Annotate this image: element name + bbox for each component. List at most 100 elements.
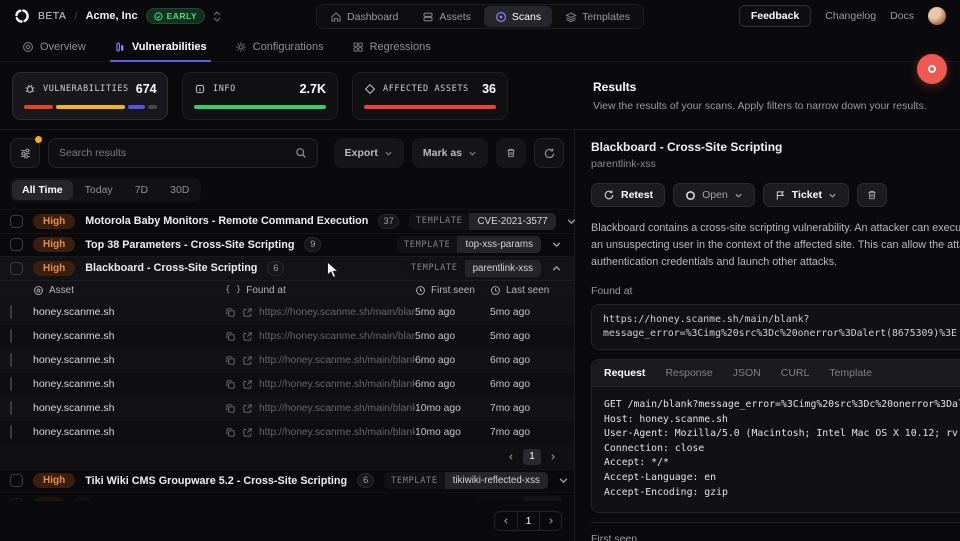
asset-name: honey.scanme.sh [33, 306, 115, 319]
template-chip: TEMPLATE top-xss-params [396, 236, 541, 254]
org-name[interactable]: Acme, Inc [86, 10, 138, 22]
time-filter-7d[interactable]: 7D [125, 180, 158, 200]
prev-page-button[interactable] [502, 449, 520, 465]
prev-page-button[interactable] [495, 512, 517, 530]
page-number[interactable]: 1 [517, 512, 539, 531]
found-at-url[interactable]: https://honey.scanme.sh/main/blank?m... [259, 307, 415, 318]
found-at-url[interactable]: http://honey.scanme.sh/main/blank?me... [259, 403, 415, 414]
table-row[interactable]: honey.scanme.sh http://honey.scanme.sh/m… [0, 371, 574, 396]
row-checkbox[interactable] [10, 261, 23, 275]
row-checkbox[interactable] [10, 305, 12, 320]
table-row[interactable]: honey.scanme.sh https://honey.scanme.sh/… [0, 323, 574, 348]
vulnerability-description: Blackboard contains a cross-site scripti… [591, 222, 960, 268]
nav-item-scans[interactable]: Scans [483, 6, 553, 27]
table-row[interactable]: honey.scanme.sh http://honey.scanme.sh/m… [0, 395, 574, 420]
tab-json[interactable]: JSON [733, 367, 761, 379]
vulnerability-title: Motorola Baby Monitors - Remote Command … [85, 215, 369, 228]
tab-regressions[interactable]: Regressions [340, 32, 443, 61]
template-chip: TEMPLATE CVE-2021-3577 [408, 212, 556, 230]
external-link-icon[interactable] [242, 427, 253, 438]
tab-overview[interactable]: Overview [10, 32, 98, 61]
stat-card-affected-assets[interactable]: AFFECTED ASSETS 36 [352, 71, 508, 120]
delete-button[interactable] [496, 138, 526, 168]
row-checkbox[interactable] [10, 377, 12, 392]
logo-icon[interactable] [14, 8, 30, 24]
row-checkbox[interactable] [10, 401, 12, 416]
stat-card-info[interactable]: INFO 2.7K [182, 71, 338, 120]
found-at-url[interactable]: http://honey.scanme.sh/main/blank?me... [259, 379, 415, 390]
search-input[interactable] [59, 147, 287, 159]
time-filter-today[interactable]: Today [75, 180, 123, 200]
help-widget-button[interactable] [917, 54, 947, 84]
nav-item-templates[interactable]: Templates [554, 6, 641, 27]
first-seen-value: 5mo ago [415, 306, 456, 318]
copy-icon[interactable] [225, 355, 236, 366]
nav-item-dashboard[interactable]: Dashboard [319, 6, 409, 27]
external-link-icon[interactable] [242, 307, 253, 318]
row-checkbox[interactable] [10, 238, 23, 252]
time-filter-30d[interactable]: 30D [160, 180, 199, 200]
vulnerability-row[interactable]: High Top 38 Parameters - Cross-Site Scri… [0, 232, 574, 257]
row-checkbox[interactable] [10, 353, 12, 368]
chevron-down-icon[interactable] [558, 475, 569, 486]
docs-link[interactable]: Docs [890, 10, 914, 22]
vulnerability-row[interactable]: High Tiki Wiki CMS Groupware 5.2 - Cross… [0, 468, 574, 493]
feedback-button[interactable]: Feedback [738, 5, 812, 27]
clock-icon [491, 285, 500, 295]
found-at-url[interactable]: https://honey.scanme.sh/main/blank?m... [259, 331, 415, 342]
table-row[interactable]: honey.scanme.sh http://honey.scanme.sh/m… [0, 419, 574, 444]
vulnerability-row[interactable]: High Motorola Baby Monitors - Remote Com… [0, 209, 576, 233]
nav-item-assets[interactable]: Assets [411, 6, 482, 27]
copy-icon[interactable] [225, 379, 236, 390]
detail-panel: Blackboard - Cross-Site Scripting parent… [575, 130, 960, 541]
row-checkbox[interactable] [10, 329, 12, 344]
retest-button[interactable]: Retest [591, 183, 666, 207]
external-link-icon[interactable] [242, 355, 253, 366]
row-checkbox[interactable] [10, 425, 12, 440]
time-filter-all-time[interactable]: All Time [12, 180, 73, 200]
server-icon [422, 11, 434, 23]
chevron-up-icon[interactable] [551, 263, 562, 274]
copy-icon[interactable] [225, 307, 236, 318]
refresh-button[interactable] [534, 138, 564, 168]
row-checkbox[interactable] [10, 214, 23, 228]
tab-configurations[interactable]: Configurations [223, 32, 336, 61]
found-at-url[interactable]: http://honey.scanme.sh/main/blank?me... [259, 355, 415, 366]
external-link-icon[interactable] [242, 331, 253, 342]
tab-curl[interactable]: CURL [781, 367, 810, 379]
tab-response[interactable]: Response [665, 367, 712, 379]
delete-result-button[interactable] [856, 183, 887, 207]
external-link-icon[interactable] [242, 379, 253, 390]
tab-request[interactable]: Request [604, 367, 645, 379]
ticket-button[interactable]: Ticket [762, 183, 849, 207]
open-status-button[interactable]: Open [673, 183, 755, 207]
tab-template[interactable]: Template [829, 367, 872, 379]
next-page-button[interactable] [539, 512, 561, 531]
next-page-button[interactable] [544, 449, 562, 465]
found-at-url[interactable]: http://honey.scanme.sh/main/blank?me... [259, 427, 415, 438]
export-button[interactable]: Export [333, 138, 404, 168]
page-number[interactable]: 1 [523, 448, 541, 465]
copy-icon[interactable] [225, 403, 236, 414]
user-avatar[interactable] [928, 7, 946, 25]
changelog-link[interactable]: Changelog [825, 10, 876, 22]
last-seen-value: 5mo ago [490, 306, 531, 318]
row-checkbox[interactable] [10, 474, 23, 488]
table-row[interactable]: honey.scanme.sh http://honey.scanme.sh/m… [0, 347, 574, 372]
mark-as-button[interactable]: Mark as [411, 138, 488, 168]
template-chip-label: TEMPLATE [391, 475, 438, 486]
chevron-down-icon[interactable] [551, 239, 562, 250]
template-chip: TEMPLATE tikiwiki-reflected-xss [384, 472, 548, 490]
copy-icon[interactable] [225, 427, 236, 438]
external-link-icon[interactable] [242, 403, 253, 414]
severity-badge: High [33, 260, 76, 276]
table-row[interactable]: honey.scanme.sh https://honey.scanme.sh/… [0, 299, 574, 324]
stat-card-vulnerabilities[interactable]: VULNERABILITIES 674 [12, 71, 168, 120]
copy-icon[interactable] [225, 331, 236, 342]
severity-badge: High [33, 237, 76, 253]
vulnerability-row-expanded[interactable]: High Blackboard - Cross-Site Scripting 6… [0, 256, 574, 280]
tab-vulnerabilities[interactable]: Vulnerabilities [102, 32, 219, 62]
org-switcher-icon[interactable] [213, 10, 221, 22]
stat-label: VULNERABILITIES [43, 83, 129, 94]
filter-button[interactable] [10, 136, 42, 168]
